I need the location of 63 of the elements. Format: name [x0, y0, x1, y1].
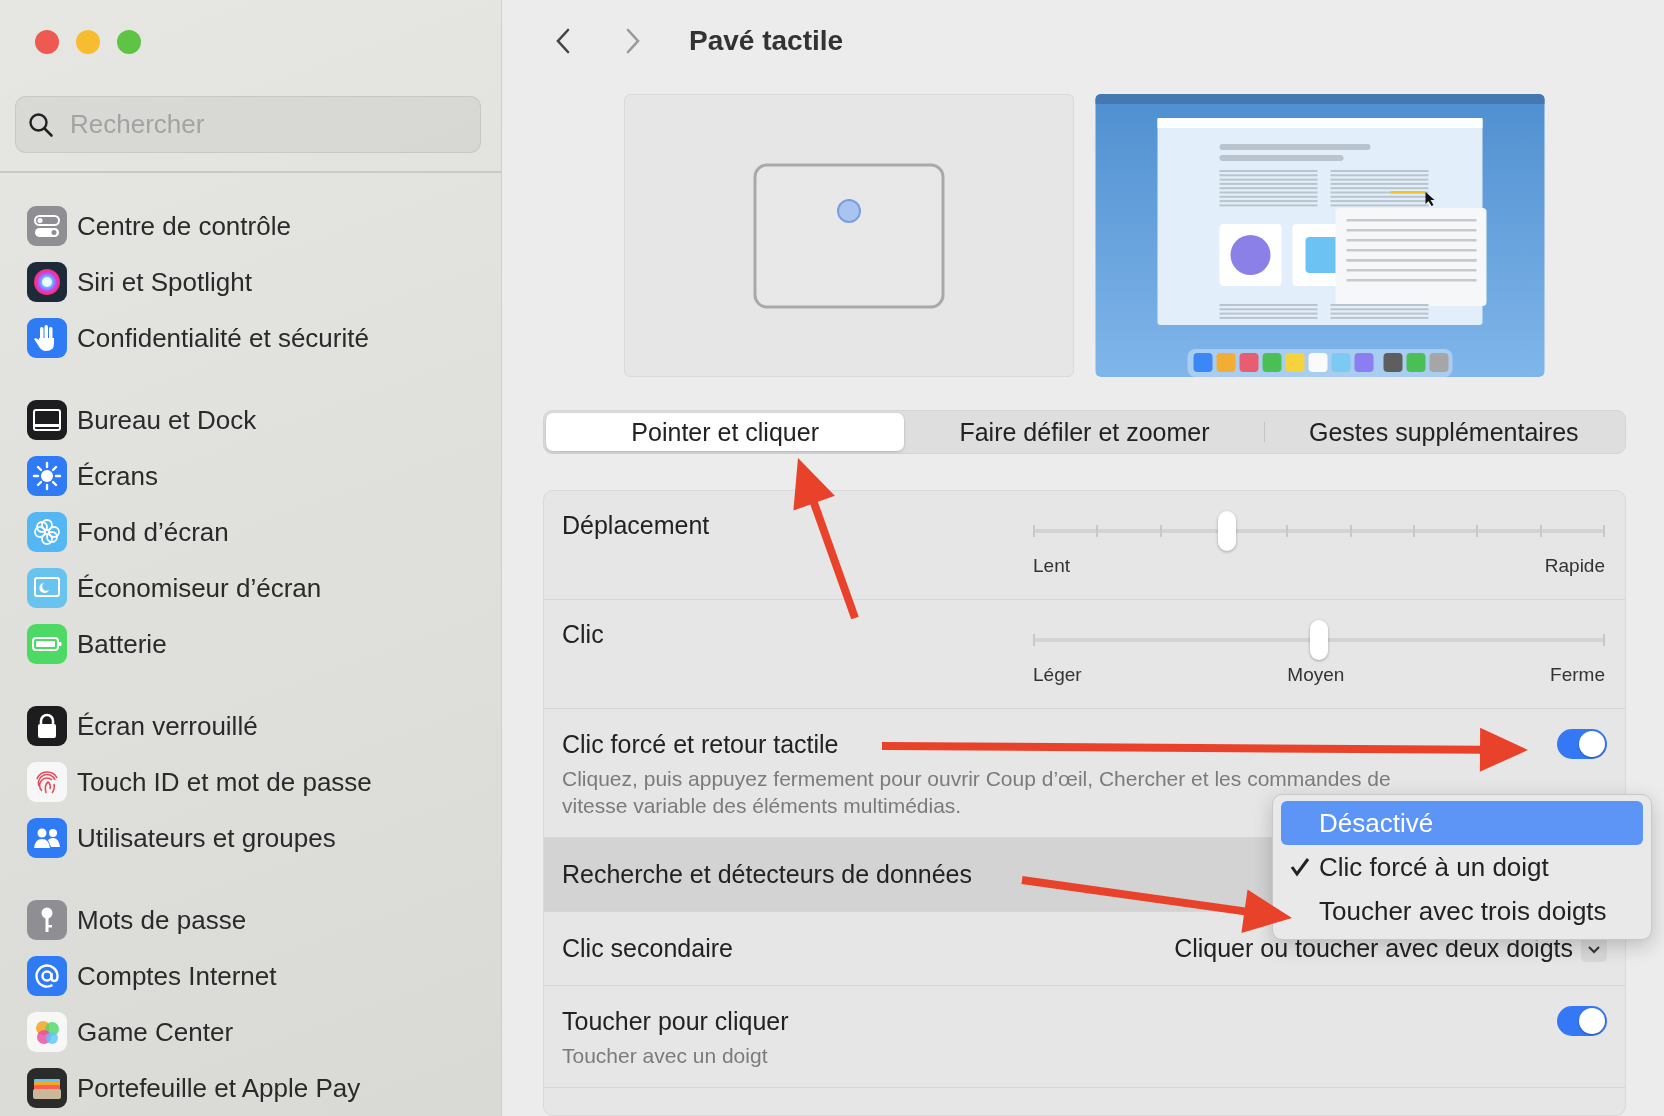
minimize-button[interactable] — [76, 30, 100, 54]
sidebar-item[interactable]: Confidentialité et sécurité — [0, 310, 501, 366]
sidebar-item[interactable]: Game Center — [0, 1004, 501, 1060]
chevron-down-icon — [1587, 943, 1601, 954]
menu-item[interactable]: Clic forcé à un doigt — [1281, 845, 1643, 889]
popup-value[interactable]: Cliquer ou toucher avec deux doigts — [1174, 934, 1573, 963]
sidebar-item[interactable]: Comptes Internet — [0, 948, 501, 1004]
scale-label: Rapide — [1544, 555, 1605, 577]
sidebar-item[interactable]: Bureau et Dock — [0, 392, 501, 448]
battery-icon — [27, 624, 67, 664]
chevron-right-icon — [625, 27, 641, 55]
chevron-left-icon — [555, 27, 571, 55]
scale-label: Lent — [1033, 555, 1070, 577]
at-sign-icon — [27, 956, 67, 996]
close-button[interactable] — [35, 30, 59, 54]
sidebar-item[interactable]: Batterie — [0, 616, 501, 672]
setting-description: Toucher avec un doigt — [562, 1043, 769, 1069]
setting-label: Recherche et détecteurs de données — [562, 860, 972, 889]
setting-label: Toucher pour cliquer — [562, 1006, 789, 1036]
hand-icon — [27, 318, 67, 358]
tab[interactable]: Gestes supplémentaires — [1264, 413, 1623, 451]
lock-icon — [27, 706, 67, 746]
sidebar-item[interactable]: Utilisateurs et groupes — [0, 810, 501, 866]
window-title: Pavé tactile — [689, 25, 844, 57]
sun-icon — [27, 456, 67, 496]
setting-label: Déplacement — [562, 511, 710, 541]
sidebar-item[interactable]: Économiseur d’écran — [0, 560, 501, 616]
setting-label: Clic forcé et retour tactile — [562, 729, 839, 759]
tab[interactable]: Pointer et cliquer — [546, 413, 905, 451]
bubbles-icon — [27, 1012, 67, 1052]
sidebar-item[interactable]: Mots de passe — [0, 892, 501, 948]
key-icon — [27, 900, 67, 940]
toggle-switch[interactable] — [1557, 1006, 1607, 1036]
fingerprint-icon — [27, 762, 67, 802]
slider-thumb[interactable] — [1310, 620, 1328, 660]
zoom-button[interactable] — [117, 30, 141, 54]
sidebar-item[interactable]: Siri et Spotlight — [0, 254, 501, 310]
orb-icon — [27, 262, 67, 302]
slider[interactable] — [1033, 511, 1605, 551]
sidebar-item[interactable]: Touch ID et mot de passe — [0, 754, 501, 810]
window-icon — [27, 400, 67, 440]
scale-label: Ferme — [1550, 664, 1605, 686]
sidebar-item[interactable]: Fond d’écran — [0, 504, 501, 560]
tab[interactable]: Faire défiler et zoomer — [905, 413, 1264, 451]
wallet-icon — [27, 1068, 67, 1108]
setting-label: Clic — [562, 620, 604, 650]
slider[interactable] — [1033, 620, 1605, 660]
setting-label: Clic secondaire — [562, 934, 733, 963]
slider-thumb[interactable] — [1218, 511, 1237, 551]
menu-item[interactable]: Toucher avec trois doigts — [1281, 889, 1643, 933]
sidebar-item[interactable]: Écran verrouillé — [0, 698, 501, 754]
screen-icon — [27, 568, 67, 608]
scale-label: Moyen — [1287, 664, 1345, 686]
checkmark-icon — [1289, 856, 1311, 878]
scale-label: Léger — [1033, 664, 1082, 686]
search-icon — [28, 111, 54, 138]
flower-icon — [27, 512, 67, 552]
sidebar-item[interactable]: Écrans — [0, 448, 501, 504]
people-icon — [27, 818, 67, 858]
sidebar-item[interactable]: Portefeuille et Apple Pay — [0, 1060, 501, 1116]
toggle-switches-icon — [27, 206, 67, 246]
toggle-switch[interactable] — [1557, 729, 1607, 759]
sidebar-item[interactable]: Centre de contrôle — [0, 198, 501, 254]
